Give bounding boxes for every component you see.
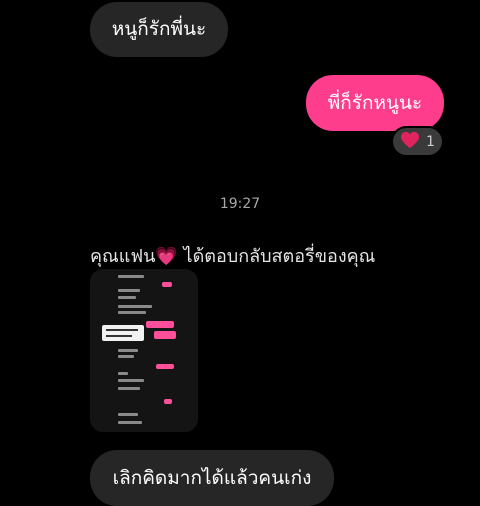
incoming-message-bubble[interactable]: เลิกคิดมากได้แล้วคนเก่ง	[90, 450, 334, 506]
message-text: หนูก็รักพี่นะ	[111, 18, 207, 40]
heart-icon	[400, 131, 420, 153]
reaction-count: 1	[426, 133, 435, 150]
incoming-message-bubble[interactable]: หนูก็รักพี่นะ	[90, 2, 228, 57]
message-text: พี่ก็รักหนูนะ	[327, 91, 423, 114]
message-timestamp: 19:27	[219, 196, 261, 212]
story-reply-label: คุณแฟน💗 ได้ตอบกลับสตอรี่ของคุณ	[90, 246, 376, 267]
reaction-badge[interactable]: 1	[391, 126, 444, 157]
story-thumbnail[interactable]	[90, 269, 198, 432]
outgoing-message-bubble[interactable]: พี่ก็รักหนูนะ	[306, 75, 444, 131]
message-text: เลิกคิดมากได้แล้วคนเก่ง	[112, 466, 312, 489]
